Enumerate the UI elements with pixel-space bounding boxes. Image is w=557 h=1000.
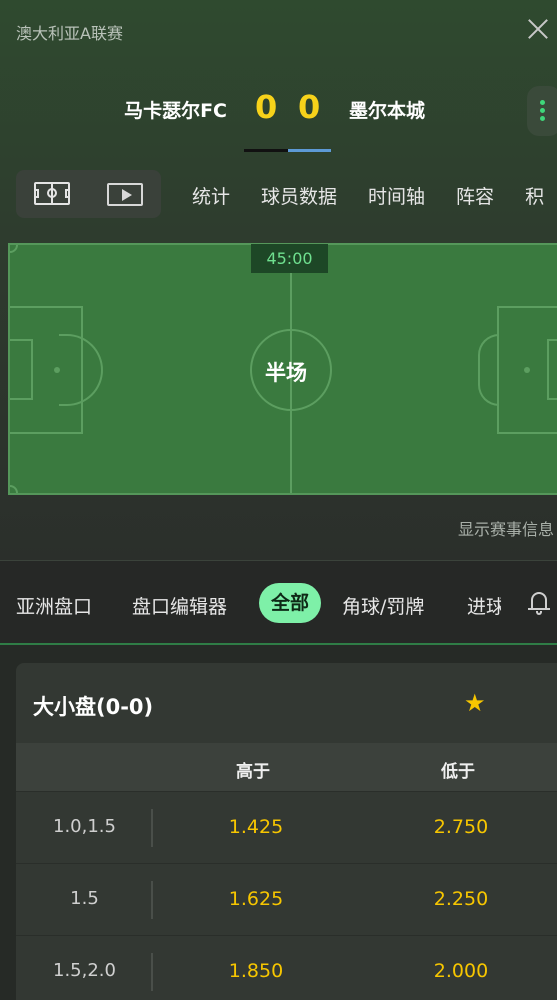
match-tabs: 统计 球员数据 时间轴 阵容 积 xyxy=(192,182,557,209)
video-play-icon[interactable] xyxy=(107,183,143,206)
tab-timeline[interactable]: 时间轴 xyxy=(368,186,425,208)
odds-under[interactable]: 2.000 xyxy=(411,960,511,982)
tab-clipped[interactable]: 积 xyxy=(525,186,544,208)
away-indicator xyxy=(288,149,331,152)
show-match-info-link[interactable]: 显示赛事信息 xyxy=(458,516,554,540)
bell-icon[interactable] xyxy=(527,589,551,617)
match-clock: 45:00 xyxy=(251,244,328,273)
odds-line: 1.5 xyxy=(70,888,99,909)
odds-over[interactable]: 1.625 xyxy=(206,888,306,910)
odds-row[interactable]: 1.0,1.5 1.425 2.750 xyxy=(16,791,557,863)
tabs-underline xyxy=(0,643,557,645)
odds-line: 1.5,2.0 xyxy=(53,960,116,981)
column-header: 高于 低于 xyxy=(16,743,557,791)
market-title: 大小盘(0-0) xyxy=(33,695,154,719)
odds-under[interactable]: 2.750 xyxy=(411,816,511,838)
field-view-icon[interactable] xyxy=(34,182,70,205)
market-tab-asian[interactable]: 亚洲盘口 xyxy=(16,592,92,619)
odds-under[interactable]: 2.250 xyxy=(411,888,511,910)
odds-row[interactable]: 1.5,2.0 1.850 2.000 xyxy=(16,935,557,1000)
view-mode-toggle xyxy=(16,170,161,218)
tab-lineup[interactable]: 阵容 xyxy=(456,186,494,208)
odds-line: 1.0,1.5 xyxy=(53,816,116,837)
more-vertical-icon[interactable] xyxy=(527,86,557,136)
match-status: 半场 xyxy=(265,361,307,385)
col-over: 高于 xyxy=(236,762,270,782)
market-card: 大小盘(0-0) ★ 高于 低于 1.0,1.5 1.425 2.750 1.5… xyxy=(16,663,557,1000)
away-score: 0 xyxy=(298,88,321,126)
home-indicator xyxy=(244,149,288,152)
market-tab-goals[interactable]: 进球 xyxy=(467,592,501,619)
close-icon[interactable] xyxy=(523,14,553,44)
market-tab-editor[interactable]: 盘口编辑器 xyxy=(132,592,227,619)
market-tab-corners-cards[interactable]: 角球/罚牌 xyxy=(342,592,424,619)
odds-over[interactable]: 1.425 xyxy=(206,816,306,838)
away-team-name: 墨尔本城 xyxy=(349,100,426,122)
star-icon[interactable]: ★ xyxy=(464,689,486,717)
odds-over[interactable]: 1.850 xyxy=(206,960,306,982)
col-under: 低于 xyxy=(441,762,475,782)
league-name: 澳大利亚A联赛 xyxy=(16,24,123,43)
market-tab-all[interactable]: 全部 xyxy=(259,583,321,623)
home-team-name: 马卡瑟尔FC xyxy=(124,100,227,122)
tab-player-data[interactable]: 球员数据 xyxy=(261,186,337,208)
home-score: 0 xyxy=(255,88,278,126)
odds-row[interactable]: 1.5 1.625 2.250 xyxy=(16,863,557,935)
tab-stats[interactable]: 统计 xyxy=(192,186,230,208)
